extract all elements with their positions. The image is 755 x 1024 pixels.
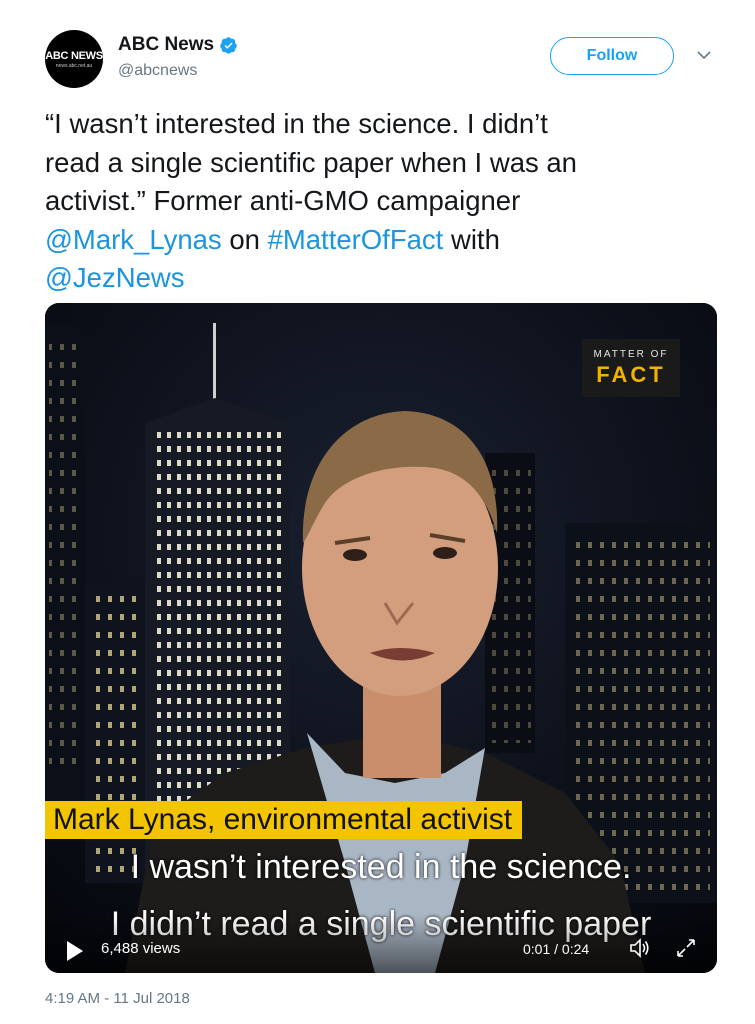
hashtag-link-matteroffact[interactable]: #MatterOfFact — [268, 224, 444, 255]
tweet-text-on: on — [221, 223, 268, 255]
tweet-text-line3: activist.” Former anti-GMO campaigner — [45, 185, 521, 216]
author-handle[interactable]: @abcnews — [118, 62, 197, 80]
abc-news-logo-subtext: news.abc.net.au — [55, 62, 93, 69]
chevron-down-icon[interactable] — [697, 50, 711, 60]
mention-link-jeznews[interactable]: @JezNews — [45, 262, 184, 293]
abc-news-logo-text: ABC NEWS — [45, 49, 103, 62]
tweet-timestamp[interactable]: 4:19 AM - 11 Jul 2018 — [45, 990, 190, 1007]
author-name[interactable]: ABC News — [118, 34, 214, 56]
mention-link-mark-lynas[interactable]: @Mark_Lynas — [45, 224, 222, 255]
subtitle-line-1: I wasn’t interested in the science. — [130, 848, 632, 886]
follow-button[interactable]: Follow — [550, 37, 674, 75]
author-name-row: ABC News — [118, 34, 238, 56]
video-controls: 6,488 views 0:01 / 0:24 — [45, 915, 717, 973]
speaker-nameplate: Mark Lynas, environmental activist — [45, 801, 523, 839]
avatar[interactable]: ABC NEWS news.abc.net.au — [45, 30, 103, 88]
matter-of-fact-logo: MATTER OF FACT — [582, 339, 680, 397]
volume-icon[interactable] — [628, 936, 652, 960]
tweet-text-with: with — [443, 223, 500, 255]
video-time: 0:01 / 0:24 — [523, 941, 590, 957]
badge-top-text: MATTER OF — [593, 348, 669, 360]
play-icon[interactable] — [65, 939, 85, 963]
tweet-text-line2: read a single scientific paper when I wa… — [45, 146, 577, 178]
tweet-text: “I wasn’t interested in the science. I d… — [45, 105, 725, 298]
fullscreen-icon[interactable] — [674, 936, 698, 960]
video-player[interactable]: MATTER OF FACT Mark Lynas, environmental… — [45, 303, 717, 973]
badge-bottom-text: FACT — [596, 361, 666, 387]
view-count: 6,488 views — [101, 940, 181, 957]
tweet-text-line1: “I wasn’t interested in the science. I d… — [45, 108, 548, 139]
verified-badge-icon — [220, 36, 237, 54]
